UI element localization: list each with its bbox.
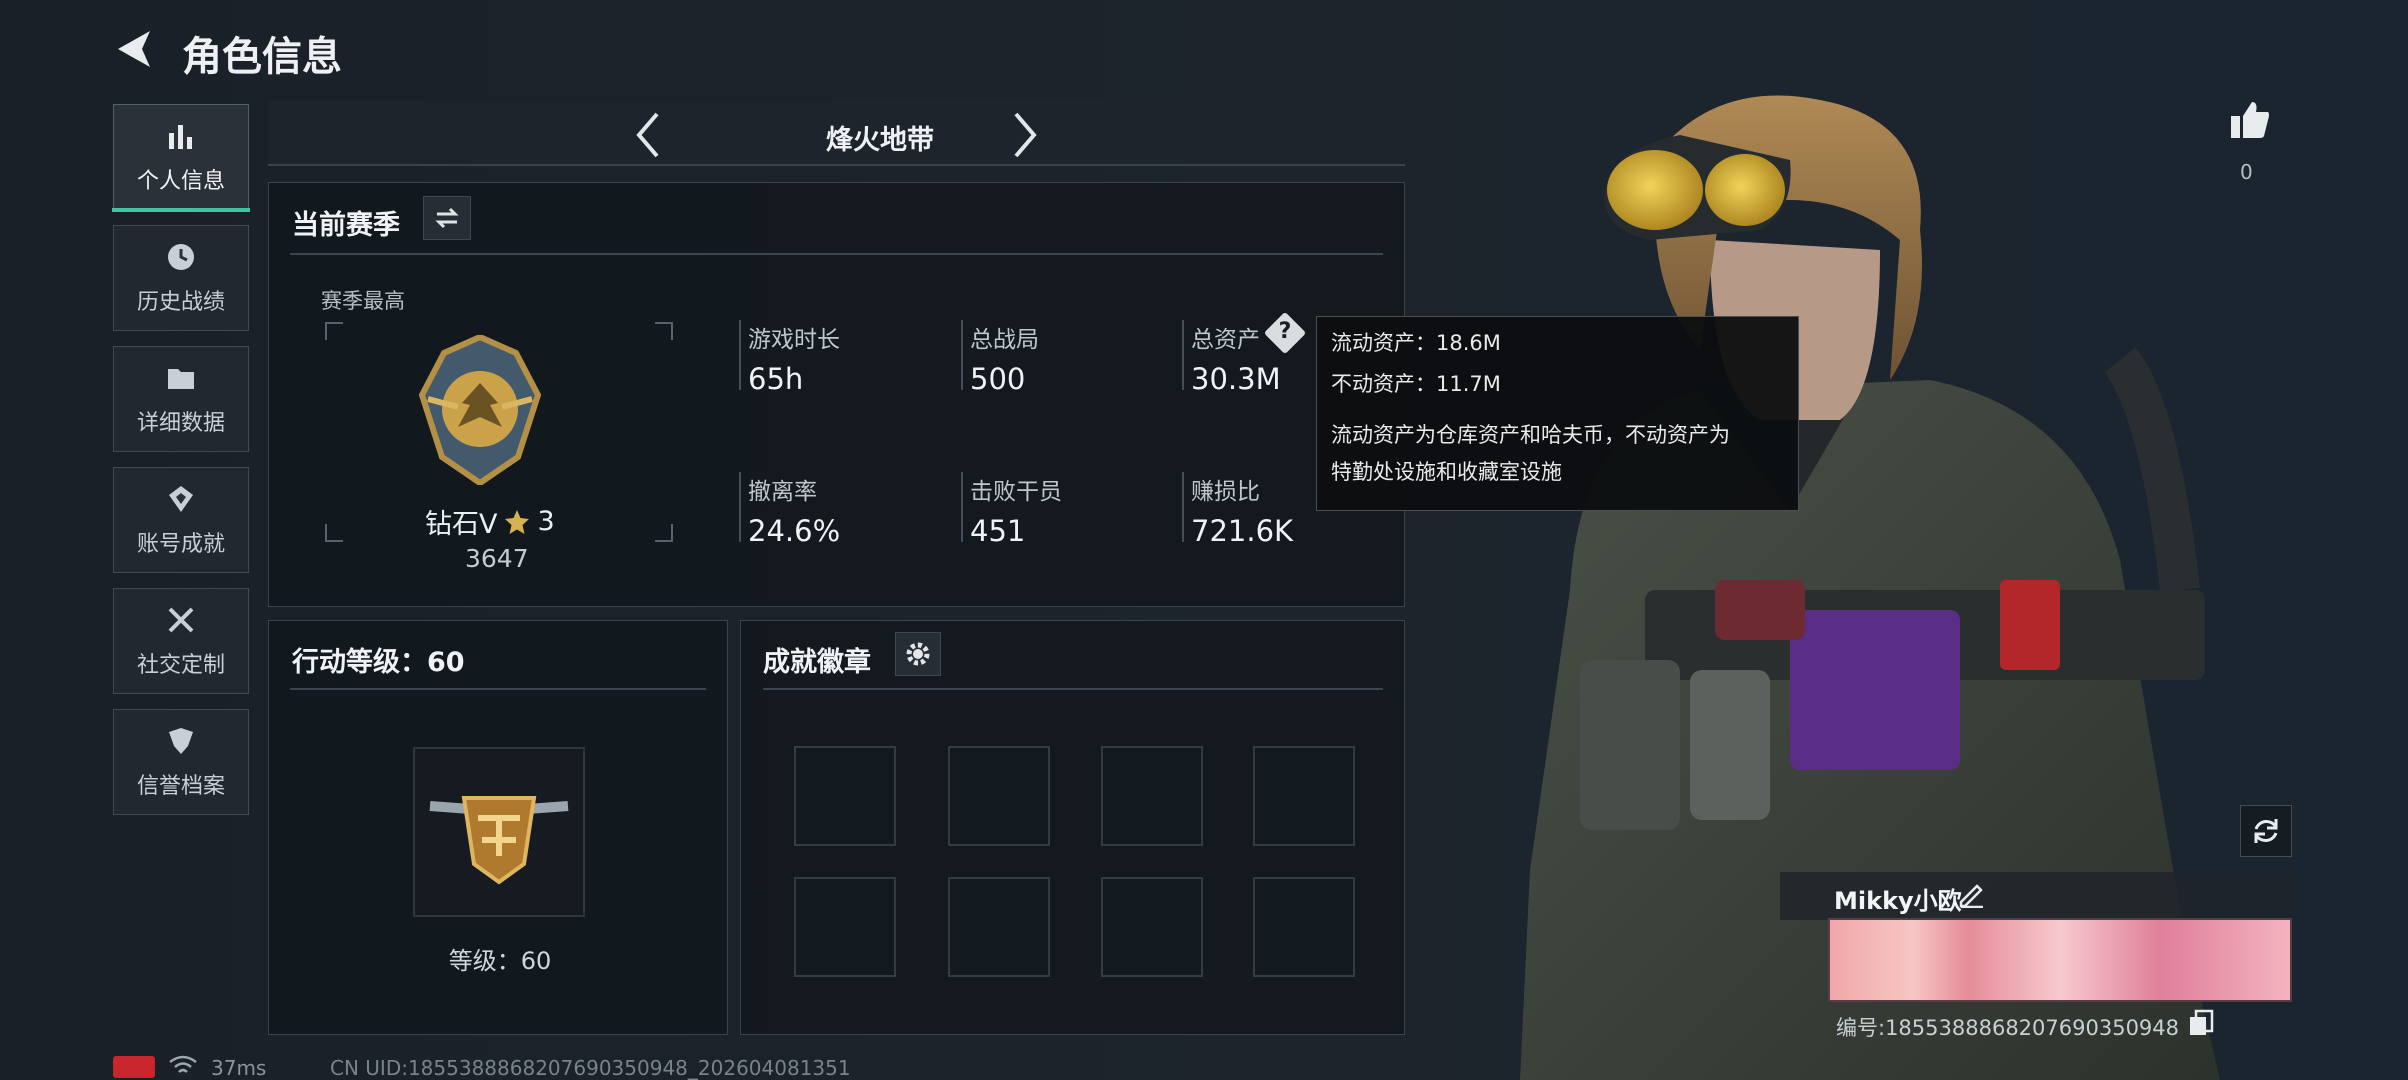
- folder-icon: [168, 369, 194, 389]
- ping-text: 37ms: [211, 1056, 267, 1080]
- shield-icon: [169, 728, 193, 754]
- rank-name: 钻石V: [425, 509, 498, 540]
- badge-slot[interactable]: [794, 746, 896, 846]
- stat-label-kills: 击败干员: [970, 479, 1062, 505]
- page-title: 角色信息: [182, 34, 342, 80]
- battery-icon: [113, 1056, 155, 1078]
- clock-icon: [168, 244, 194, 270]
- screen: { "header":{"title":"角色信息"}, "sidebar":{…: [0, 0, 2408, 1080]
- rotate-button[interactable]: [2240, 805, 2292, 857]
- sidebar-item-reputation[interactable]: 信誉档案: [113, 709, 249, 815]
- stat-value-total-assets: 30.3M: [1191, 362, 1281, 396]
- stat-value-matches: 500: [970, 362, 1026, 396]
- bar-chart-icon: [169, 125, 192, 149]
- player-id: 编号:1855388868207690350948: [1836, 1016, 2180, 1040]
- player-card-image: [1828, 918, 2292, 1002]
- stat-label-matches: 总战局: [970, 327, 1039, 353]
- player-name: Mikky小欧: [1834, 887, 1962, 915]
- frame-corner: [655, 524, 673, 542]
- help-icon-glyph: ?: [1278, 319, 1292, 344]
- stat-divider: [1182, 472, 1184, 542]
- sidebar-item-label: 历史战绩: [136, 290, 225, 315]
- action-level-title: 行动等级：60: [292, 647, 465, 678]
- sidebar-item-detailed-data[interactable]: 详细数据: [113, 346, 249, 452]
- sidebar-item-achievements[interactable]: 账号成就: [113, 467, 249, 573]
- sidebar-item-label: 社交定制: [136, 653, 225, 678]
- stat-label-playtime: 游戏时长: [748, 327, 840, 353]
- level-emblem-icon: [429, 796, 569, 885]
- rank-row: 钻石V 3: [425, 502, 555, 541]
- edit-icon[interactable]: [1957, 880, 1985, 908]
- stat-divider: [961, 472, 963, 542]
- achievement-icon: [169, 486, 193, 512]
- rank-stars: 3: [537, 506, 555, 537]
- badge-slot[interactable]: [794, 877, 896, 977]
- stat-divider: [1182, 320, 1184, 390]
- stat-value-kills: 451: [970, 514, 1026, 548]
- sidebar-item-label: 账号成就: [136, 532, 225, 557]
- season-best-label: 赛季最高: [321, 289, 405, 313]
- badge-slot[interactable]: [1101, 877, 1203, 977]
- stat-label-total-assets: 总资产: [1191, 327, 1260, 353]
- like-count: 0: [2240, 160, 2253, 184]
- refresh-icon: [2254, 819, 2278, 843]
- swap-icon: [435, 207, 459, 229]
- badges-settings-button[interactable]: [895, 632, 941, 676]
- sidebar-item-social[interactable]: 社交定制: [113, 588, 249, 694]
- season-divider: [290, 253, 1383, 255]
- copy-icon[interactable]: [2188, 1009, 2214, 1037]
- badges-title: 成就徽章: [763, 647, 871, 678]
- sidebar-item-history[interactable]: 历史战绩: [113, 225, 249, 331]
- stat-value-playtime: 65h: [748, 362, 804, 396]
- rank-emblem-icon: [418, 335, 542, 485]
- stat-value-profit-ratio: 721.6K: [1191, 514, 1294, 548]
- badge-slot[interactable]: [948, 877, 1050, 977]
- chevron-right-icon[interactable]: [1010, 110, 1040, 160]
- sidebar-item-label: 详细数据: [136, 411, 225, 436]
- star-icon: [505, 509, 530, 534]
- stat-value-extraction-rate: 24.6%: [748, 514, 841, 548]
- sidebar-item-label: 信誉档案: [136, 774, 225, 799]
- season-title: 当前赛季: [292, 210, 400, 241]
- stat-label-extraction-rate: 撤离率: [748, 479, 817, 505]
- stat-divider: [739, 472, 741, 542]
- stat-divider: [739, 320, 741, 390]
- badges-divider: [763, 688, 1383, 690]
- stat-divider: [961, 320, 963, 390]
- frame-corner: [325, 322, 343, 340]
- stat-label-profit-ratio: 赚损比: [1191, 479, 1260, 505]
- wifi-icon: [169, 1055, 197, 1073]
- level-label: 等级：60: [448, 947, 552, 975]
- active-indicator: [112, 208, 250, 212]
- tooltip-liquid-assets: 流动资产：18.6M: [1331, 331, 1501, 355]
- chevron-left-icon[interactable]: [633, 110, 663, 160]
- badge-slot[interactable]: [948, 746, 1050, 846]
- frame-corner: [655, 322, 673, 340]
- uid-text: CN UID:1855388868207690350948_2026040813…: [330, 1056, 851, 1080]
- season-switch-button[interactable]: [423, 196, 471, 240]
- sidebar-item-label: 个人信息: [136, 169, 225, 194]
- tooltip-fixed-assets: 不动资产：11.7M: [1331, 372, 1501, 396]
- sidebar-item-personal-info[interactable]: 个人信息: [112, 104, 250, 212]
- action-divider: [290, 688, 706, 690]
- rank-score: 3647: [465, 544, 529, 573]
- tooltip-description-line1: 流动资产为仓库资产和哈夫币，不动资产为: [1331, 423, 1730, 447]
- thumbs-up-icon[interactable]: [2228, 98, 2272, 142]
- assets-tooltip: 流动资产：18.6M 不动资产：11.7M 流动资产为仓库资产和哈夫币，不动资产…: [1316, 316, 1799, 511]
- badge-slot[interactable]: [1253, 746, 1355, 846]
- badge-slot[interactable]: [1101, 746, 1203, 846]
- gear-icon: [906, 642, 930, 666]
- tooltip-description-line2: 特勤处设施和收藏室设施: [1331, 460, 1562, 484]
- tools-icon: [168, 607, 194, 633]
- back-icon[interactable]: [112, 27, 156, 71]
- frame-corner: [325, 524, 343, 542]
- badge-slot[interactable]: [1253, 877, 1355, 977]
